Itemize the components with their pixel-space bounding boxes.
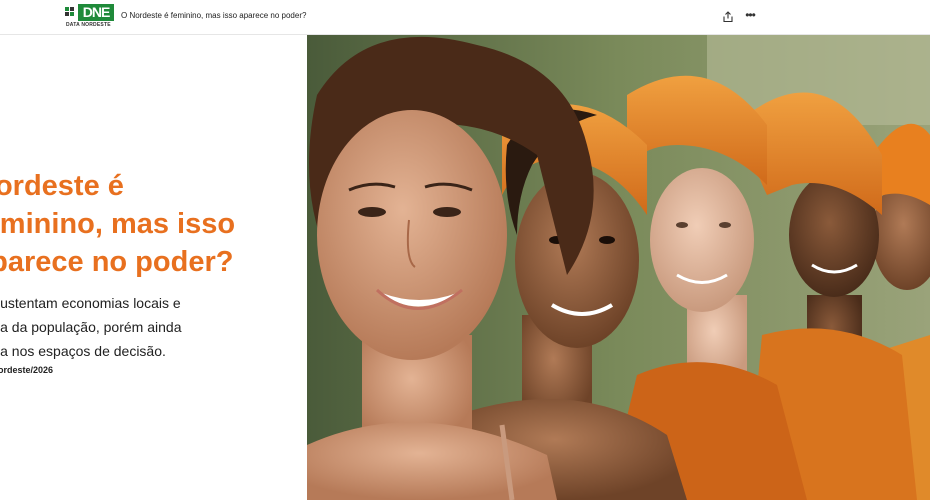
headline: Nordeste é feminino, mas isso aparece no…	[0, 167, 304, 281]
logo-letters: DNE	[78, 4, 114, 21]
headline-line: Nordeste é	[0, 170, 124, 202]
page-title: O Nordeste é feminino, mas isso aparece …	[121, 11, 307, 20]
logo-mark-icon	[65, 7, 74, 16]
subtext-line: Elas sustentam economias locais e	[0, 295, 181, 311]
headline-line: aparece no poder?	[0, 246, 234, 278]
women-photo-illustration	[307, 35, 930, 500]
article-text-panel: Nordeste é feminino, mas isso aparece no…	[0, 35, 307, 500]
subtext-line: maioria da população, porém ainda	[0, 319, 182, 335]
source-credit: DataNordeste/2026	[0, 365, 54, 375]
headline-line: feminino, mas isso	[0, 208, 236, 240]
share-icon[interactable]	[722, 11, 734, 23]
hero-photo	[307, 35, 930, 500]
subtext-line: minoria nos espaços de decisão.	[0, 343, 166, 359]
data-nordeste-logo[interactable]: DNE DATA NORDESTE	[64, 4, 116, 30]
subtext: Elas sustentam economias locais e maiori…	[0, 291, 292, 363]
more-options-icon[interactable]: •••	[742, 8, 758, 24]
logo-subtitle: DATA NORDESTE	[66, 22, 111, 28]
top-bar: DNE DATA NORDESTE O Nordeste é feminino,…	[0, 0, 930, 35]
